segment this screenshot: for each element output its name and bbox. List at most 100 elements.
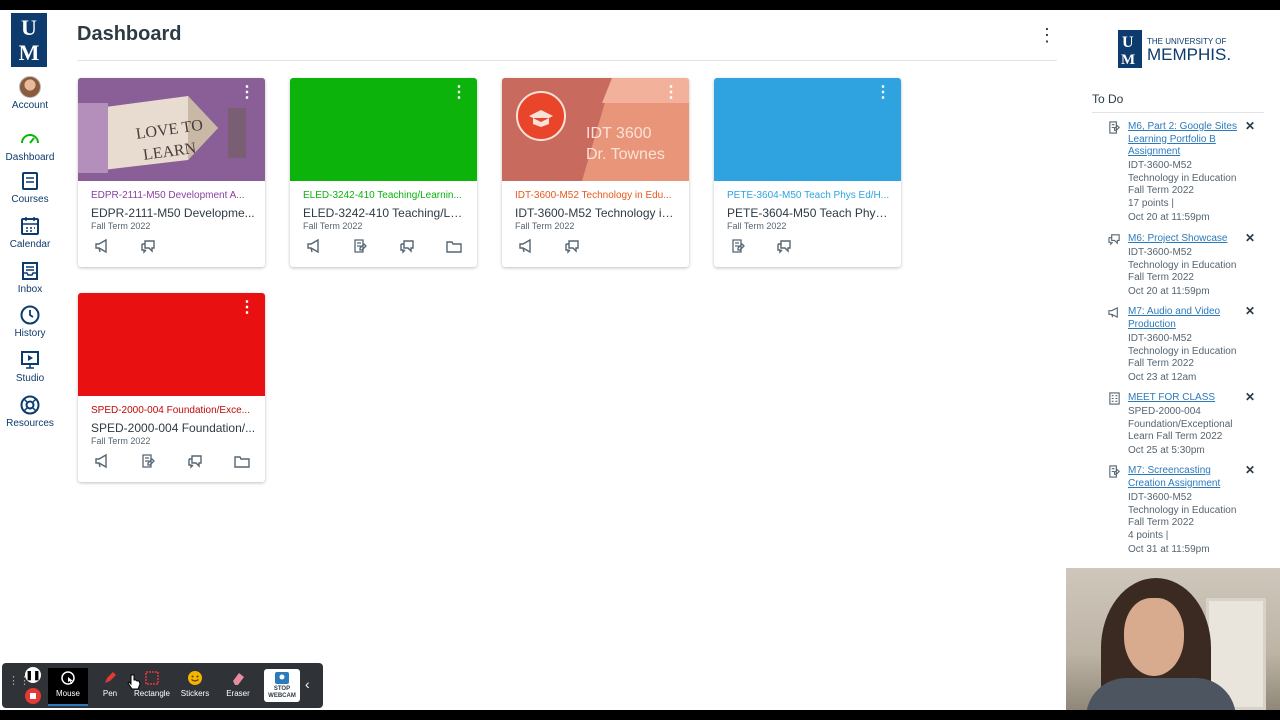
hero-text-course: IDT 3600 [586, 125, 652, 142]
dismiss-close-icon[interactable]: ✕ [1245, 464, 1255, 477]
collapse-chevron-left-icon[interactable]: ‹ [305, 676, 310, 692]
course-card-pete[interactable]: ⋮ PETE-3604-M50 Teach Phys Ed/H... PETE-… [714, 78, 901, 267]
todo-link[interactable]: M7: Audio and Video Production [1128, 306, 1238, 331]
todo-course-name: Technology in Education [1128, 173, 1237, 184]
idt-3600-banner-image: IDT 3600 Dr. Townes [502, 78, 689, 181]
webcam-overlay[interactable] [1066, 568, 1280, 710]
todo-item: M6, Part 2: Google Sites Learning Portfo… [1108, 120, 1258, 231]
card-course-name[interactable]: ELED-3242-410 Teaching/Lea... [303, 206, 468, 220]
todo-course-name: Technology in Education [1128, 260, 1237, 271]
nav-resources-label: Resources [6, 418, 54, 429]
course-card-sped[interactable]: ⋮ SPED-2000-004 Foundation/Exce... SPED-… [78, 293, 265, 482]
discussions-icon[interactable] [564, 238, 580, 254]
todo-due: Oct 20 at 11:59pm [1128, 212, 1210, 223]
university-logo[interactable]: UM [11, 13, 47, 67]
announcements-icon[interactable] [94, 238, 110, 254]
card-course-name[interactable]: SPED-2000-004 Foundation/... [91, 421, 256, 435]
card-term: Fall Term 2022 [91, 221, 151, 231]
dismiss-close-icon[interactable]: ✕ [1245, 120, 1255, 133]
nav-studio[interactable]: Studio [0, 349, 60, 384]
dismiss-close-icon[interactable]: ✕ [1245, 232, 1255, 245]
global-nav: UM Account Dashboard Courses Calendar In… [0, 10, 60, 710]
discussions-icon[interactable] [776, 238, 792, 254]
university-of-memphis-logo[interactable]: U M THE UNIVERSITY OF MEMPHIS. [1118, 30, 1238, 70]
card-hero-color[interactable] [78, 293, 265, 396]
card-course-code[interactable]: EDPR-2111-M50 Development A... [91, 190, 256, 201]
nav-courses[interactable]: Courses [0, 170, 60, 205]
card-hero-image[interactable]: LOVE TO LEARN [78, 78, 265, 181]
nav-history[interactable]: History [0, 304, 60, 339]
card-options-kebab-icon[interactable]: ⋮ [451, 85, 467, 101]
folder-icon[interactable] [234, 453, 250, 469]
discussions-icon[interactable] [140, 238, 156, 254]
card-hero-color[interactable] [714, 78, 901, 181]
stop-record-icon[interactable] [25, 688, 41, 704]
card-hero-image[interactable]: IDT 3600 Dr. Townes [502, 78, 689, 181]
card-course-name[interactable]: IDT-3600-M52 Technology in ... [515, 206, 680, 220]
webcam-person-body [1086, 678, 1236, 710]
dashboard-options-kebab-icon[interactable]: ⋮ [1038, 26, 1056, 46]
mouse-cursor-icon [61, 671, 75, 685]
pen-icon [105, 672, 116, 683]
courses-icon [22, 172, 38, 190]
todo-link[interactable]: M6: Project Showcase [1128, 233, 1238, 246]
course-card-edpr[interactable]: LOVE TO LEARN ⋮ EDPR-2111-M50 Developmen… [78, 78, 265, 267]
card-term: Fall Term 2022 [91, 436, 151, 446]
avatar [19, 76, 41, 98]
screen: UM Account Dashboard Courses Calendar In… [0, 10, 1280, 710]
pen-tool-button[interactable]: Pen [94, 668, 126, 706]
eraser-tool-button[interactable]: Eraser [222, 668, 254, 706]
card-options-kebab-icon[interactable]: ⋮ [663, 85, 679, 101]
announcements-icon[interactable] [518, 238, 534, 254]
nav-resources[interactable]: Resources [0, 394, 60, 429]
announcement-icon [1108, 306, 1118, 319]
pause-icon[interactable]: ❚❚ [25, 667, 41, 683]
folder-icon[interactable] [446, 238, 462, 254]
todo-link[interactable]: M7: Screencasting Creation Assignment [1128, 465, 1238, 490]
stickers-tool-button[interactable]: Stickers [178, 668, 212, 706]
todo-points: 4 points | [1128, 530, 1169, 541]
mouse-tool-button[interactable]: Mouse [48, 668, 88, 706]
card-options-kebab-icon[interactable]: ⋮ [239, 300, 255, 316]
hand-cursor-icon [127, 674, 141, 690]
dismiss-close-icon[interactable]: ✕ [1245, 391, 1255, 404]
eraser-icon [233, 673, 244, 685]
discussions-icon[interactable] [187, 453, 203, 469]
dismiss-close-icon[interactable]: ✕ [1245, 305, 1255, 318]
nav-inbox[interactable]: Inbox [0, 260, 60, 295]
card-options-kebab-icon[interactable]: ⋮ [239, 85, 255, 101]
discussions-icon[interactable] [399, 238, 415, 254]
assignments-icon[interactable] [352, 238, 368, 254]
card-course-name[interactable]: EDPR-2111-M50 Developme... [91, 206, 256, 220]
card-course-code[interactable]: SPED-2000-004 Foundation/Exce... [91, 405, 256, 416]
card-course-code[interactable]: ELED-3242-410 Teaching/Learnin... [303, 190, 468, 201]
nav-courses-label: Courses [11, 194, 49, 205]
todo-link[interactable]: M6, Part 2: Google Sites Learning Portfo… [1128, 121, 1238, 159]
card-course-code[interactable]: IDT-3600-M52 Technology in Edu... [515, 190, 680, 201]
header-divider [77, 60, 1057, 61]
todo-link[interactable]: MEET FOR CLASS [1128, 392, 1238, 405]
nav-calendar[interactable]: Calendar [0, 215, 60, 250]
course-card-eled[interactable]: ⋮ ELED-3242-410 Teaching/Learnin... ELED… [290, 78, 477, 267]
page-title: Dashboard [77, 23, 182, 45]
announcements-icon[interactable] [306, 238, 322, 254]
announcements-icon[interactable] [94, 453, 110, 469]
todo-heading: To Do [1092, 92, 1124, 106]
love-to-learn-image: LOVE TO LEARN [78, 78, 265, 181]
course-card-idt[interactable]: IDT 3600 Dr. Townes ⋮ IDT-3600-M52 Techn… [502, 78, 689, 267]
card-course-name[interactable]: PETE-3604-M50 Teach Phys ... [727, 206, 892, 220]
nav-account[interactable]: Account [0, 76, 60, 111]
nav-dashboard[interactable]: Dashboard [0, 128, 60, 163]
sticker-smiley-icon [188, 671, 202, 685]
card-course-code[interactable]: PETE-3604-M50 Teach Phys Ed/H... [727, 190, 892, 201]
card-hero-color[interactable] [290, 78, 477, 181]
assignments-icon[interactable] [730, 238, 746, 254]
todo-course: IDT-3600-M52 [1128, 333, 1192, 344]
calendar-icon [21, 217, 39, 235]
assignments-icon[interactable] [140, 453, 156, 469]
nav-calendar-label: Calendar [9, 239, 51, 250]
calendar-event-icon [1109, 392, 1120, 405]
assignment-icon [1109, 121, 1120, 134]
stop-webcam-button[interactable]: STOP WEBCAM [264, 669, 300, 702]
card-options-kebab-icon[interactable]: ⋮ [875, 85, 891, 101]
